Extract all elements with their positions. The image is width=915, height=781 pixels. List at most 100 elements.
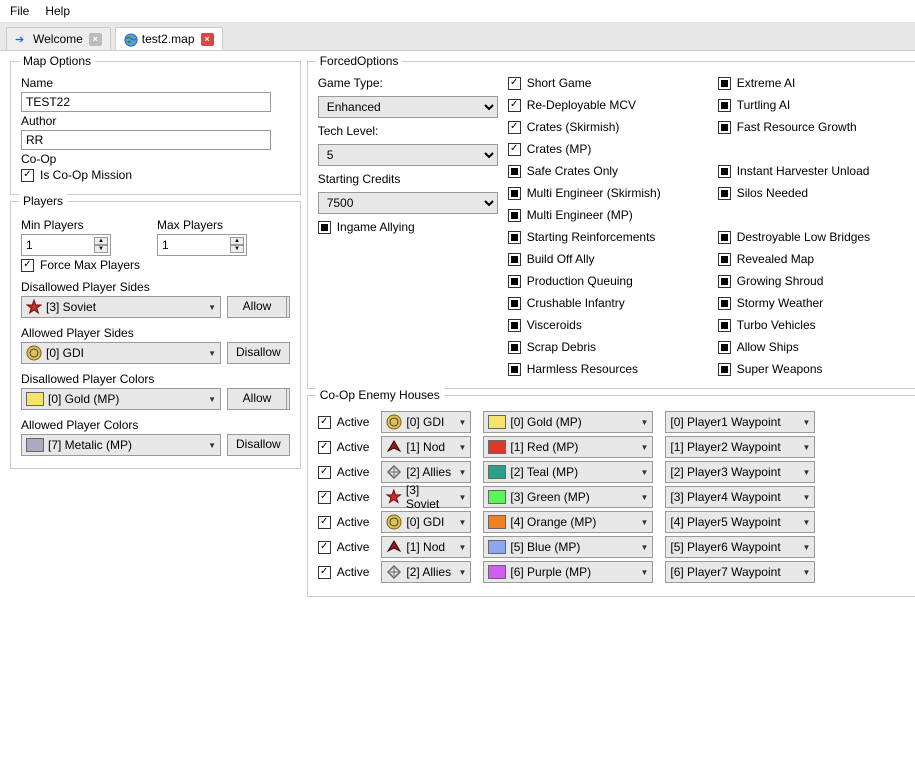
active-checkbox[interactable]: Active — [318, 440, 370, 454]
waypoint-select[interactable]: [0] Player1 Waypoint▼ — [665, 411, 815, 433]
spinner-buttons[interactable]: ▲▼ — [230, 237, 244, 253]
forced-option-checkbox[interactable]: Extreme AI — [718, 76, 908, 90]
forced-option-checkbox[interactable]: Harmless Resources — [508, 362, 698, 376]
waypoint-select[interactable]: [5] Player6 Waypoint▼ — [665, 536, 815, 558]
forced-option-checkbox[interactable]: Destroyable Low Bridges — [718, 230, 908, 244]
enemy-house-row: Active [0] GDI▼ [0] Gold (MP)▼ [0] Player1 … — [318, 411, 908, 433]
faction-select[interactable]: [1] Nod▼ — [381, 536, 471, 558]
allow-button[interactable]: Allow — [227, 388, 287, 410]
enemy-house-row: Active [3] Soviet▼ [3] Green (MP)▼ [3] Play… — [318, 486, 908, 508]
waypoint-select[interactable]: [1] Player2 Waypoint▼ — [665, 436, 815, 458]
active-checkbox[interactable]: Active — [318, 415, 370, 429]
faction-select[interactable]: [2] Allies▼ — [381, 561, 471, 583]
game-type-select[interactable]: Enhanced — [318, 96, 498, 118]
faction-select[interactable]: [2] Allies▼ — [381, 461, 471, 483]
color-select[interactable]: [2] Teal (MP)▼ — [483, 461, 653, 483]
checkbox-icon — [318, 491, 331, 504]
color-select[interactable]: [0] Gold (MP)▼ — [483, 411, 653, 433]
allow-button[interactable]: Allow — [227, 296, 287, 318]
soviet-icon — [26, 299, 42, 315]
color-select[interactable]: [4] Orange (MP)▼ — [483, 511, 653, 533]
close-icon[interactable]: × — [201, 33, 214, 46]
ingame-allying-checkbox[interactable]: Ingame Allying — [318, 220, 488, 234]
waypoint-select[interactable]: [6] Player7 Waypoint▼ — [665, 561, 815, 583]
waypoint-select[interactable]: [3] Player4 Waypoint▼ — [665, 486, 815, 508]
forced-option-checkbox[interactable]: Crates (Skirmish) — [508, 120, 698, 134]
forced-option-checkbox[interactable]: Multi Engineer (Skirmish) — [508, 186, 698, 200]
forced-option-checkbox[interactable]: Allow Ships — [718, 340, 908, 354]
forced-option-checkbox[interactable]: Turbo Vehicles — [718, 318, 908, 332]
tech-level-select[interactable]: 5 — [318, 144, 498, 166]
forced-option-checkbox[interactable]: Super Weapons — [718, 362, 908, 376]
forced-option-checkbox[interactable]: Safe Crates Only — [508, 164, 698, 178]
checkbox-icon — [718, 121, 731, 134]
force-max-checkbox[interactable]: Force Max Players — [21, 258, 290, 272]
tab-map[interactable]: test2.map × — [115, 27, 223, 50]
forced-option-checkbox[interactable]: Short Game — [508, 76, 698, 90]
forced-option-checkbox[interactable]: Crushable Infantry — [508, 296, 698, 310]
disallowed-color-select[interactable]: [0] Gold (MP) ▼ — [21, 388, 221, 410]
faction-select[interactable]: [1] Nod▼ — [381, 436, 471, 458]
chevron-down-icon: ▼ — [802, 568, 812, 577]
spinner-buttons[interactable]: ▲▼ — [94, 237, 108, 253]
disallow-button[interactable]: Disallow — [227, 342, 290, 364]
max-players-spinner[interactable]: 1 ▲▼ — [157, 234, 247, 256]
chevron-down-icon: ▼ — [640, 493, 650, 502]
color-select[interactable]: [6] Purple (MP)▼ — [483, 561, 653, 583]
checkbox-icon — [508, 143, 521, 156]
active-checkbox[interactable]: Active — [318, 465, 370, 479]
forced-option-checkbox[interactable]: Fast Resource Growth — [718, 120, 908, 134]
forced-option-checkbox[interactable]: Scrap Debris — [508, 340, 698, 354]
color-select[interactable]: [3] Green (MP)▼ — [483, 486, 653, 508]
forced-option-checkbox[interactable]: Starting Reinforcements — [508, 230, 698, 244]
forced-option-checkbox[interactable]: Growing Shroud — [718, 274, 908, 288]
chevron-down-icon: ▼ — [208, 349, 218, 358]
name-input[interactable] — [21, 92, 271, 112]
waypoint-select[interactable]: [4] Player5 Waypoint▼ — [665, 511, 815, 533]
group-map-options: Map Options Name Author Co-Op Is Co-Op M… — [10, 61, 301, 195]
checkbox-icon — [318, 566, 331, 579]
tech-level-label: Tech Level: — [318, 124, 488, 138]
faction-select[interactable]: [0] GDI▼ — [381, 411, 471, 433]
forced-option-checkbox[interactable]: Crates (MP) — [508, 142, 698, 156]
starting-credits-select[interactable]: 7500 — [318, 192, 498, 214]
forced-option-checkbox[interactable]: Revealed Map — [718, 252, 908, 266]
forced-option-checkbox[interactable]: Build Off Ally — [508, 252, 698, 266]
close-icon[interactable]: × — [89, 33, 102, 46]
forced-option-checkbox[interactable]: Stormy Weather — [718, 296, 908, 310]
author-input[interactable] — [21, 130, 271, 150]
forced-option-checkbox[interactable]: Production Queuing — [508, 274, 698, 288]
active-checkbox[interactable]: Active — [318, 540, 370, 554]
forced-option-checkbox[interactable]: Silos Needed — [718, 186, 908, 200]
menu-help[interactable]: Help — [45, 4, 70, 18]
allowed-color-select[interactable]: [7] Metalic (MP) ▼ — [21, 434, 221, 456]
checkbox-icon — [508, 253, 521, 266]
chevron-down-icon: ▼ — [640, 443, 650, 452]
forced-option-checkbox[interactable]: Multi Engineer (MP) — [508, 208, 698, 222]
color-select[interactable]: [5] Blue (MP)▼ — [483, 536, 653, 558]
min-players-spinner[interactable]: 1 ▲▼ — [21, 234, 111, 256]
faction-select[interactable]: [0] GDI▼ — [381, 511, 471, 533]
active-checkbox[interactable]: Active — [318, 490, 370, 504]
active-checkbox[interactable]: Active — [318, 565, 370, 579]
enemy-house-row: Active [2] Allies▼ [6] Purple (MP)▼ [6] Pla… — [318, 561, 908, 583]
disallow-button[interactable]: Disallow — [227, 434, 290, 456]
allowed-side-select[interactable]: [0] GDI ▼ — [21, 342, 221, 364]
forced-option-checkbox[interactable]: Instant Harvester Unload — [718, 164, 908, 178]
is-coop-checkbox[interactable]: Is Co-Op Mission — [21, 168, 290, 182]
checkbox-icon — [718, 363, 731, 376]
forced-option-checkbox[interactable]: Turtling AI — [718, 98, 908, 112]
color-select[interactable]: [1] Red (MP)▼ — [483, 436, 653, 458]
active-checkbox[interactable]: Active — [318, 515, 370, 529]
checkbox-icon — [718, 187, 731, 200]
waypoint-select[interactable]: [2] Player3 Waypoint▼ — [665, 461, 815, 483]
disallowed-side-select[interactable]: [3] Soviet ▼ — [21, 296, 221, 318]
forced-option-checkbox[interactable]: Visceroids — [508, 318, 698, 332]
menu-file[interactable]: File — [10, 4, 29, 18]
forced-option-checkbox[interactable]: Re-Deployable MCV — [508, 98, 698, 112]
group-legend: Players — [19, 194, 67, 208]
tab-welcome[interactable]: ➔ Welcome × — [6, 27, 111, 50]
checkbox-icon — [718, 77, 731, 90]
faction-select[interactable]: [3] Soviet▼ — [381, 486, 471, 508]
min-players-label: Min Players — [21, 218, 151, 232]
